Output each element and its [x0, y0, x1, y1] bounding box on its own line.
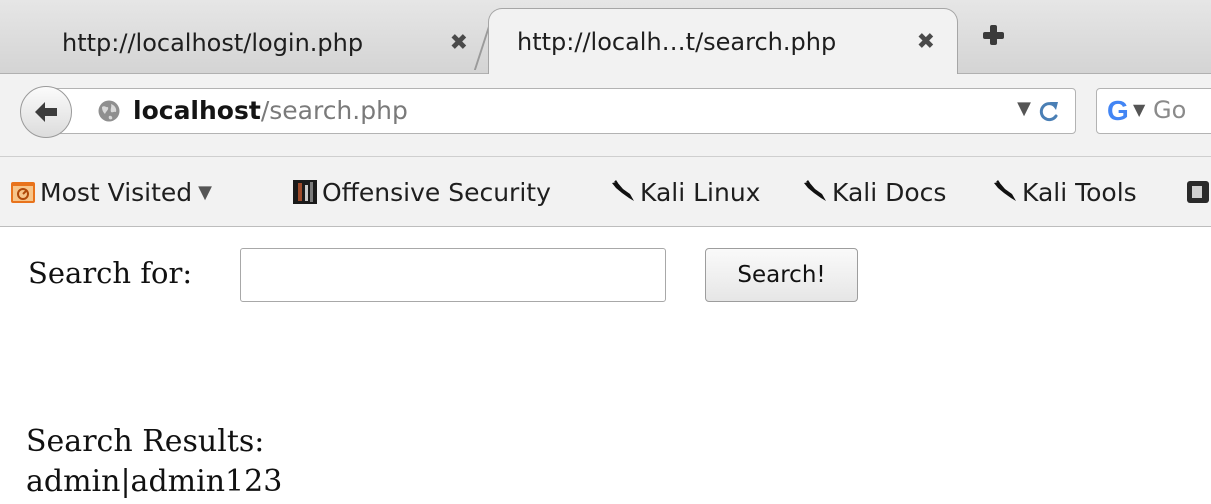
bookmark-partial-icon	[1187, 181, 1209, 203]
bookmark-label: Offensive Security	[322, 177, 551, 207]
tab-title: http://localh…t/search.php	[517, 28, 837, 56]
bookmark-offensive-security[interactable]: Offensive Security	[292, 175, 551, 209]
bookmark-label: Most Visited	[40, 177, 193, 207]
tab-login[interactable]: http://localhost/login.php ✖	[38, 12, 488, 74]
search-placeholder: Go	[1153, 96, 1187, 124]
navigation-bar: localhost/search.php ▼ G ▼ Go	[0, 74, 1211, 157]
chevron-down-icon: ▼	[198, 181, 213, 203]
bookmark-kali-tools[interactable]: Kali Tools	[992, 175, 1137, 209]
search-input[interactable]	[240, 248, 666, 302]
search-results-heading: Search Results:	[26, 424, 265, 459]
tab-title: http://localhost/login.php	[62, 29, 364, 57]
bookmark-label: Kali Docs	[832, 177, 947, 207]
page-content: Search for: Search! Search Results: admi…	[0, 228, 1211, 504]
globe-icon	[98, 100, 120, 122]
web-search-box[interactable]: G ▼ Go	[1096, 88, 1211, 134]
url-history-dropdown-icon[interactable]: ▼	[1017, 98, 1031, 119]
tab-close-icon[interactable]: ✖	[450, 31, 468, 56]
search-engine-dropdown-icon[interactable]: ▼	[1133, 100, 1145, 119]
bookmarks-toolbar: Most Visited ▼ Offensive Security Kali L…	[0, 157, 1211, 227]
bookmark-overflow[interactable]	[1186, 175, 1211, 209]
tab-search[interactable]: http://localh…t/search.php ✖	[488, 8, 958, 75]
reload-icon[interactable]	[1037, 97, 1061, 125]
back-arrow-icon	[35, 102, 57, 122]
kali-dragon-icon	[804, 180, 826, 201]
bookmark-label: Kali Linux	[640, 177, 761, 207]
back-button[interactable]	[20, 86, 72, 138]
tab-close-icon[interactable]: ✖	[917, 30, 935, 55]
bookmark-kali-linux[interactable]: Kali Linux	[610, 175, 760, 209]
search-for-label: Search for:	[28, 256, 193, 290]
result-row: admin|admin123	[26, 464, 283, 499]
bookmark-label: Kali Tools	[1022, 177, 1137, 207]
tab-strip: http://localhost/login.php ✖ http://loca…	[0, 0, 1211, 75]
url-text[interactable]: localhost/search.php	[133, 96, 408, 125]
bookmark-kali-docs[interactable]: Kali Docs	[802, 175, 946, 209]
url-host: localhost	[133, 96, 261, 125]
most-visited-folder-icon	[11, 182, 35, 203]
kali-dragon-icon	[994, 180, 1016, 201]
new-tab-plus-icon[interactable]	[980, 22, 1008, 50]
google-icon[interactable]: G	[1107, 95, 1129, 127]
offensive-security-icon	[293, 180, 317, 204]
url-path: /search.php	[260, 96, 408, 125]
url-bar[interactable]: localhost/search.php ▼	[54, 88, 1076, 134]
search-button[interactable]: Search!	[705, 248, 858, 302]
bookmark-most-visited[interactable]: Most Visited ▼	[10, 175, 212, 209]
kali-dragon-icon	[612, 180, 634, 201]
